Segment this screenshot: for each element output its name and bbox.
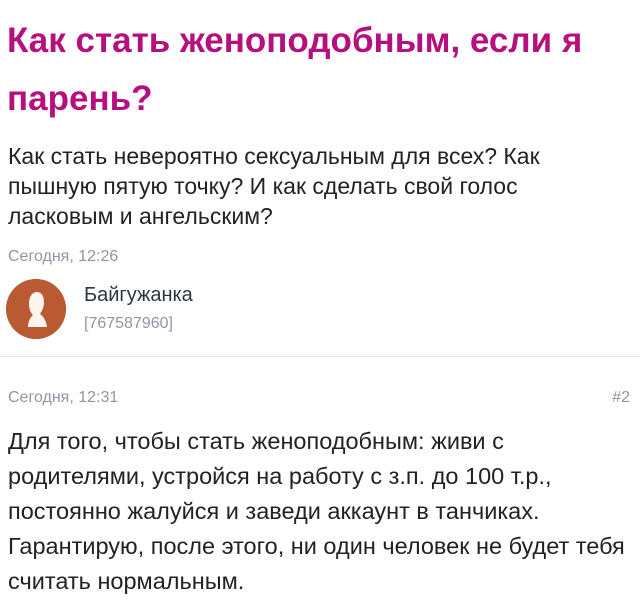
question-body: Как стать невероятно сексуальным для все… bbox=[8, 143, 540, 229]
user-silhouette-icon bbox=[6, 279, 66, 339]
author-name[interactable]: Байгужанка bbox=[84, 284, 193, 307]
answer-number[interactable]: #2 bbox=[612, 389, 630, 407]
avatar[interactable] bbox=[6, 279, 66, 339]
answer-body: Для того, чтобы стать женоподобным: живи… bbox=[8, 428, 625, 594]
answer-timestamp: Сегодня, 12:31 bbox=[8, 389, 119, 406]
divider bbox=[0, 356, 640, 357]
question-timestamp: Сегодня, 12:26 bbox=[8, 248, 119, 265]
question-title: Как стать женоподобным, если я парень? bbox=[7, 21, 583, 118]
author-id: [767587960] bbox=[84, 315, 173, 332]
